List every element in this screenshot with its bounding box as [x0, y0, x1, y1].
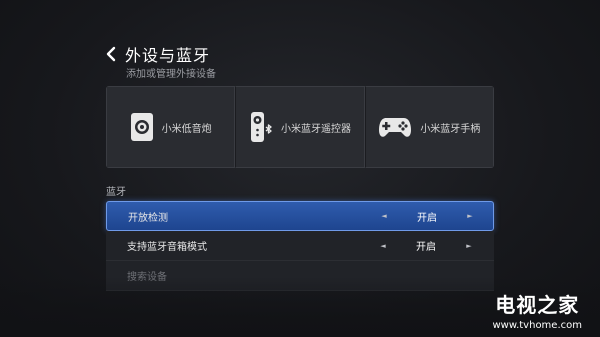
- setting-label: 搜索设备: [127, 272, 167, 283]
- header: 外设与蓝牙: [103, 42, 210, 66]
- setting-row-open-detection[interactable]: 开放检测 ◄ 开启 ►: [106, 201, 494, 231]
- section-label-bluetooth: 蓝牙: [106, 187, 126, 198]
- watermark: 电视之家 www.tvhome.com: [492, 289, 582, 331]
- gamepad-icon: [378, 115, 412, 139]
- chevron-left-icon[interactable]: [103, 45, 119, 63]
- setting-value-selector[interactable]: ◄ 开启 ►: [379, 209, 475, 224]
- device-card-subwoofer[interactable]: 小米低音炮: [106, 86, 236, 168]
- setting-row-speaker-mode[interactable]: 支持蓝牙音箱模式 ◄ 开启 ►: [106, 231, 494, 261]
- arrow-left-icon[interactable]: ◄: [378, 242, 388, 250]
- setting-value-selector[interactable]: ◄ 开启 ►: [378, 238, 474, 254]
- device-label: 小米蓝牙遥控器: [280, 123, 351, 135]
- arrow-right-icon[interactable]: ►: [464, 242, 474, 250]
- setting-row-search-devices[interactable]: 搜索设备: [106, 261, 494, 291]
- device-row: 小米低音炮 小米蓝牙遥控器 小米蓝牙手柄: [106, 86, 494, 168]
- arrow-right-icon[interactable]: ►: [465, 212, 475, 220]
- settings-screen: 外设与蓝牙 添加或管理外接设备 小米低音炮 小米蓝牙遥控器 小米蓝牙手柄 蓝牙 …: [0, 0, 600, 337]
- page-title: 外设与蓝牙: [125, 46, 211, 65]
- arrow-left-icon[interactable]: ◄: [379, 212, 389, 220]
- device-label: 小米蓝牙手柄: [420, 123, 481, 135]
- watermark-url: www.tvhome.com: [492, 320, 582, 331]
- subwoofer-icon: [130, 112, 154, 142]
- bluetooth-settings-list: 开放检测 ◄ 开启 ► 支持蓝牙音箱模式 ◄ 开启 ► 搜索设备: [106, 201, 494, 291]
- setting-value: 开启: [417, 212, 437, 224]
- watermark-name: 电视之家: [495, 293, 580, 317]
- setting-value: 开启: [416, 242, 436, 253]
- page-subtitle: 添加或管理外接设备: [126, 69, 216, 80]
- device-label: 小米低音炮: [161, 123, 212, 135]
- device-card-remote[interactable]: 小米蓝牙遥控器: [235, 86, 365, 168]
- bluetooth-remote-icon: [249, 111, 273, 143]
- device-card-gamepad[interactable]: 小米蓝牙手柄: [364, 86, 494, 168]
